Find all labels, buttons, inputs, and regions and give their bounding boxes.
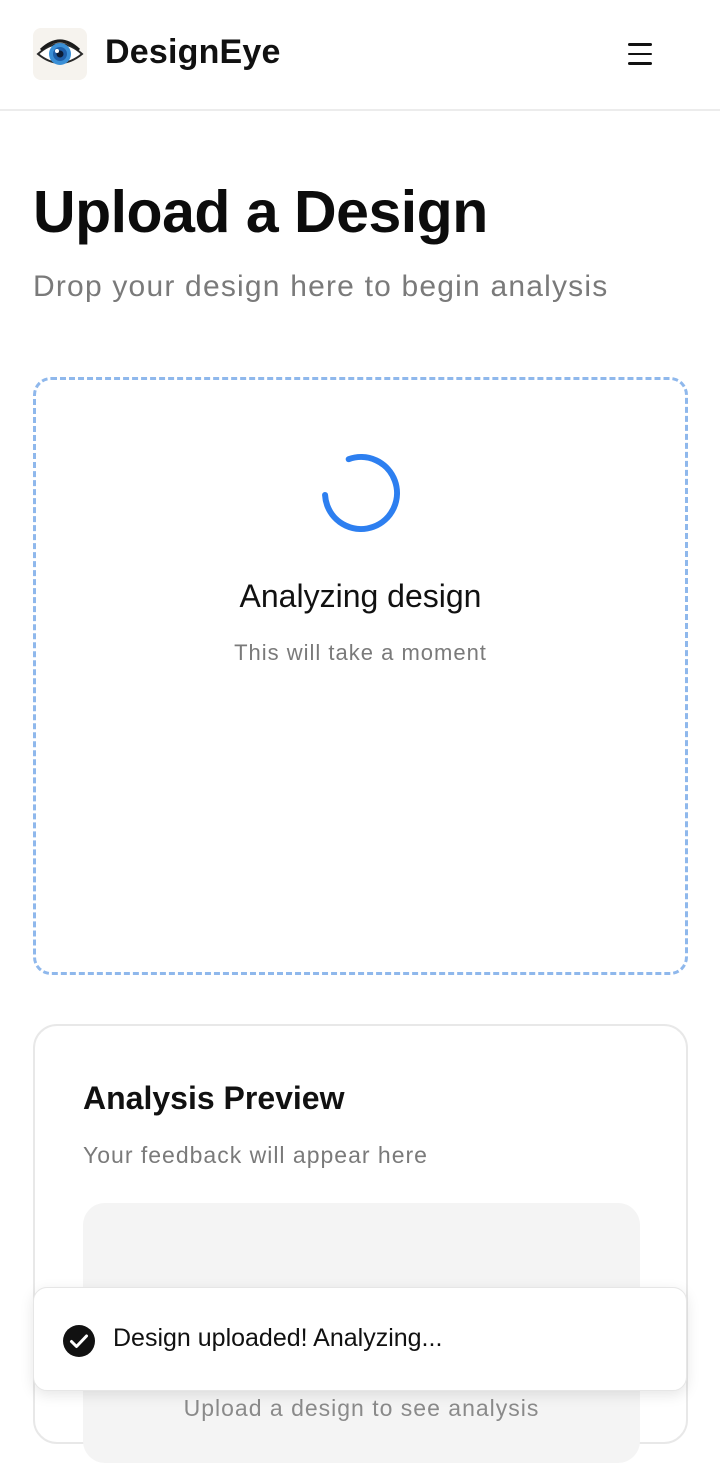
page-title: Upload a Design — [33, 179, 488, 245]
analysis-preview-subtitle: Your feedback will appear here — [83, 1142, 428, 1168]
loading-spinner-icon — [320, 452, 402, 534]
page-subtitle: Drop your design here to begin analysis — [33, 270, 609, 303]
hamburger-menu-icon — [628, 62, 652, 65]
menu-button[interactable] — [618, 34, 662, 74]
app-header: DesignEye — [0, 0, 720, 111]
hamburger-menu-icon — [628, 43, 652, 46]
analyzing-status-subtitle: This will take a moment — [234, 640, 487, 665]
check-circle-icon — [62, 1324, 96, 1358]
upload-dropzone[interactable]: Analyzing design This will take a moment — [33, 377, 688, 975]
upload-toast[interactable]: Design uploaded! Analyzing... — [33, 1287, 687, 1391]
eye-logo-icon[interactable] — [33, 28, 87, 80]
analysis-empty-text: Upload a design to see analysis — [183, 1395, 540, 1421]
hamburger-menu-icon — [628, 52, 652, 56]
analyzing-status-title: Analyzing design — [239, 578, 482, 614]
analysis-preview-title: Analysis Preview — [83, 1080, 345, 1116]
toast-message: Design uploaded! Analyzing... — [113, 1324, 443, 1352]
brand-name[interactable]: DesignEye — [105, 33, 281, 72]
